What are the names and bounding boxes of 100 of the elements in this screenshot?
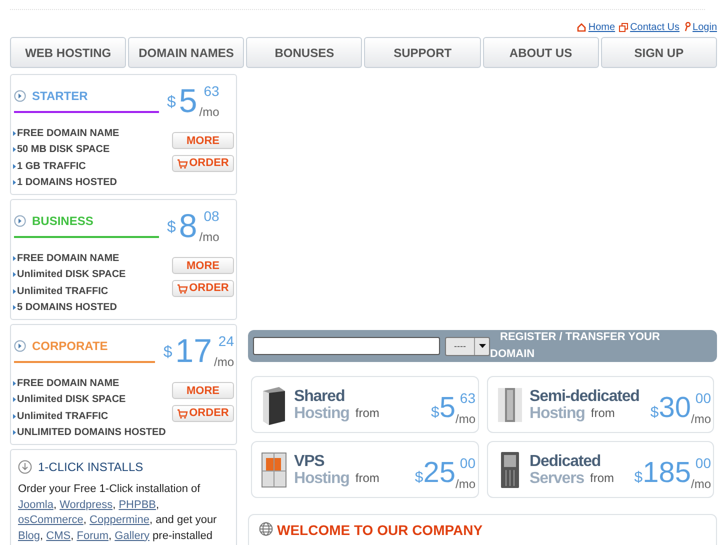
domain-input-field[interactable]: [253, 337, 440, 355]
hosting-subtitle: Hosting: [294, 404, 350, 422]
top-link[interactable]: Contact Us: [630, 20, 680, 34]
feature-text: 1 GB TRAFFIC: [17, 160, 86, 174]
price-cents: 63: [204, 83, 220, 99]
price-cents: 00: [695, 390, 711, 406]
feature-text: FREE DOMAIN NAME: [17, 376, 120, 391]
feature-text: Unlimited DISK SPACE: [17, 393, 126, 408]
chevron-icon: [13, 130, 16, 136]
currency: $: [163, 343, 172, 363]
key-icon: [684, 22, 691, 32]
price: 5: [439, 390, 456, 426]
hosting-subtitle: Hosting: [294, 470, 350, 486]
from-label: from: [355, 404, 380, 422]
from-label: from: [590, 404, 615, 422]
nav-tab[interactable]: WEB HOSTING: [10, 37, 126, 68]
chevron-icon: [13, 380, 16, 386]
price-cents: 08: [204, 208, 220, 224]
more-button[interactable]: MORE: [172, 382, 234, 399]
rack-server-icon: [496, 386, 522, 424]
hosting-subtitle: Servers: [530, 470, 584, 486]
order-button[interactable]: ORDER: [172, 155, 234, 172]
price-cents: 00: [695, 454, 711, 470]
price: 5: [178, 83, 198, 119]
per-month: /mo: [199, 229, 220, 246]
cart-icon: [177, 158, 188, 168]
arrow-circle-icon: [14, 340, 26, 352]
currency: $: [167, 218, 176, 238]
app-link[interactable]: osCommerce: [18, 514, 84, 526]
per-month: /mo: [455, 410, 476, 428]
feature-text: 50 MB DISK SPACE: [17, 143, 110, 158]
price: 8: [178, 208, 198, 244]
app-link[interactable]: Forum: [76, 530, 109, 542]
feature-text: Unlimited TRAFFIC: [17, 410, 108, 424]
documents-icon: [619, 22, 628, 32]
feature-text: 1 DOMAINS HOSTED: [17, 176, 118, 190]
chevron-icon: [13, 256, 16, 261]
app-link[interactable]: Coppermine: [90, 514, 150, 526]
per-month: /mo: [455, 476, 476, 492]
app-link[interactable]: PHPBB: [118, 498, 156, 510]
app-link[interactable]: CMS: [46, 530, 71, 542]
price: 185: [642, 456, 691, 490]
hosting-title: Shared: [294, 388, 346, 404]
nav-tab[interactable]: SIGN UP: [600, 37, 717, 68]
currency: $: [414, 468, 424, 488]
price: 25: [423, 456, 456, 490]
app-link[interactable]: Blog: [18, 530, 40, 542]
installs-paragraph: Order your Free 1-Click installation of Joomla, Wordpress, PHPBB, osCommerce, Coppermine, and get your Blog, CMS, Forum, Gallery pre-installed: [18, 482, 218, 544]
arrow-circle-icon: [14, 90, 26, 102]
top-link[interactable]: Login: [692, 20, 717, 34]
home-icon: [577, 22, 586, 32]
caret-icon: [478, 344, 486, 348]
nav-tab[interactable]: ABOUT US: [482, 37, 599, 68]
per-month: /mo: [199, 104, 220, 121]
globe-icon: [259, 522, 273, 536]
feature-text: UNLIMITED DOMAINS HOSTED: [17, 426, 166, 440]
welcome-title: WELCOME TO OUR COMPANY: [277, 521, 483, 540]
from-label: from: [355, 470, 380, 486]
arrow-circle-icon: [14, 215, 26, 227]
more-button[interactable]: MORE: [172, 132, 234, 149]
feature-text: 5 DOMAINS HOSTED: [17, 301, 118, 316]
hosting-subtitle: Hosting: [530, 404, 585, 422]
order-button[interactable]: ORDER: [172, 280, 234, 297]
from-label: from: [590, 470, 614, 486]
nav-tab[interactable]: SUPPORT: [364, 37, 481, 68]
top-link[interactable]: Home: [588, 20, 616, 34]
download-circle-icon: [18, 460, 32, 474]
chevron-icon: [13, 305, 16, 310]
price-cents: 00: [460, 454, 476, 470]
plan-name: STARTER: [32, 88, 88, 105]
price: 30: [658, 390, 691, 426]
feature-text: Unlimited TRAFFIC: [17, 284, 108, 299]
cube-icon: [260, 450, 288, 488]
more-button[interactable]: MORE: [172, 257, 234, 274]
currency: $: [650, 402, 659, 422]
hosting-title: VPS: [294, 452, 326, 470]
nav-tab[interactable]: BONUSES: [246, 37, 362, 68]
register-label: REGISTER / TRANSFER YOUR DOMAIN: [490, 330, 661, 362]
feature-text: FREE DOMAIN NAME: [17, 252, 120, 266]
app-link[interactable]: Joomla: [18, 498, 54, 510]
per-month: /mo: [690, 476, 711, 492]
app-link[interactable]: Gallery: [114, 530, 150, 542]
hosting-title: Semi-dedicated: [530, 388, 640, 404]
hosting-title: Dedicated: [530, 452, 602, 470]
cart-icon: [177, 408, 188, 418]
currency: $: [431, 402, 440, 422]
extension-dropdown[interactable]: ----: [445, 336, 490, 356]
per-month: /mo: [214, 354, 234, 371]
chevron-icon: [13, 414, 16, 419]
chevron-icon: [13, 397, 16, 402]
order-button[interactable]: ORDER: [172, 405, 234, 422]
nav-tab[interactable]: DOMAIN NAMES: [128, 37, 244, 68]
feature-text: FREE DOMAIN NAME: [17, 126, 120, 141]
app-link[interactable]: Wordpress: [60, 498, 113, 510]
chevron-icon: [13, 147, 16, 152]
cart-icon: [177, 284, 188, 294]
chevron-icon: [13, 430, 16, 436]
per-month: /mo: [690, 410, 711, 428]
currency: $: [167, 93, 176, 113]
plan-name: BUSINESS: [32, 213, 94, 230]
